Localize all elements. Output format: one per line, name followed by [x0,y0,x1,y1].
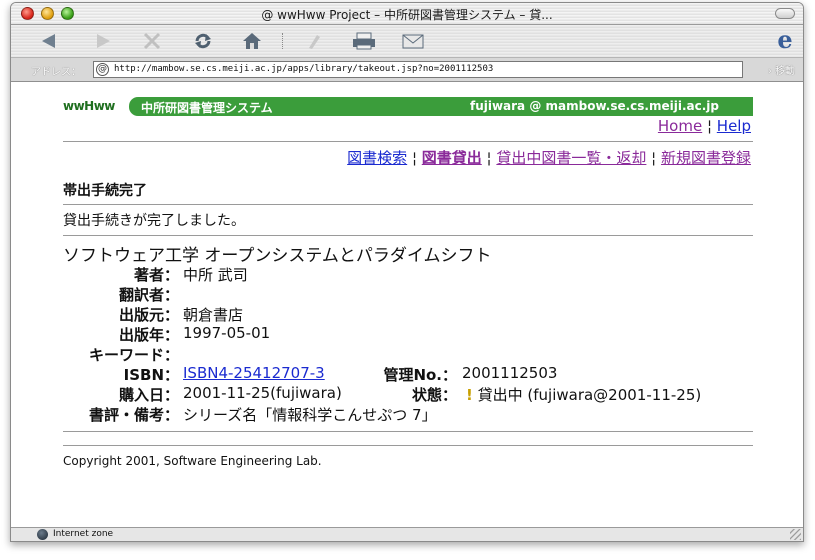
review-label: 書評・備考： [88,406,179,424]
divider [63,204,753,205]
author-label: 著者： [133,266,179,284]
year-value: 1997-05-01 [183,324,271,342]
translator-label: 翻訳者： [118,286,179,304]
keyword-label: キーワード： [88,346,179,364]
autofill-button[interactable] [299,29,329,53]
state-row: 状態： [11,384,457,404]
home-icon [243,33,261,49]
nav-separator: ¦ [407,149,422,167]
mgmt-no-label: 管理No.： [383,366,457,384]
address-bar: アドレス： @ http://mambow.se.cs.meiji.ac.jp/… [11,58,803,82]
window-title: @ wwHww Project – 中所研図書管理システム – 貸... [261,8,553,22]
mail-icon [402,34,424,49]
help-link[interactable]: Help [717,117,751,135]
divider [63,235,753,236]
mgmt-row: 管理No.： [11,364,457,384]
print-button[interactable] [349,29,379,53]
section-title: 帯出手続完了 [63,183,147,199]
internet-zone-icon [37,529,48,540]
forward-button[interactable] [87,29,117,53]
mail-button[interactable] [398,29,428,53]
author-row: 著者： [11,264,179,284]
author-value: 中所 武司 [183,266,248,284]
nav-book-search[interactable]: 図書検索 [347,149,407,167]
system-name: 中所研図書管理システム [141,101,273,115]
address-label: アドレス： [31,67,81,78]
banner-bar: 中所研図書管理システム fujiwara @ mambow.se.cs.meij… [129,97,753,116]
publisher-value: 朝倉書店 [183,306,244,324]
resize-handle[interactable] [790,529,801,540]
print-icon [353,32,375,50]
state-label: 状態： [411,386,457,404]
status-zone: Internet zone [53,529,114,539]
nav-new-book-register[interactable]: 新規図書登録 [661,149,751,167]
address-url[interactable]: http://mambow.se.cs.meiji.ac.jp/apps/lib… [114,64,493,74]
address-input[interactable]: @ http://mambow.se.cs.meiji.ac.jp/apps/l… [93,61,743,78]
stop-icon [143,32,161,50]
nav-book-lend[interactable]: 図書貸出 [422,149,482,167]
keyword-row: キーワード： [11,344,179,364]
publisher-row: 出版元： [11,304,179,324]
stop-button[interactable] [137,29,167,53]
translator-row: 翻訳者： [11,284,179,304]
toolbar-toggle-button[interactable] [775,8,795,19]
review-value: シリーズ名「情報科学こんせぷつ 7」 [183,406,437,424]
site-banner: wwHww 中所研図書管理システム fujiwara @ mambow.se.c… [63,97,753,117]
copyright: Copyright 2001, Software Engineering Lab… [63,454,322,468]
year-label: 出版年： [118,326,179,344]
refresh-button[interactable] [188,29,218,53]
toolbar-separator [282,33,284,49]
nav-separator: ¦ [481,149,497,167]
autofill-icon [309,35,320,49]
divider [63,431,753,432]
status-bar: Internet zone [11,527,803,541]
main-nav: 図書検索 ¦ 図書貸出 ¦ 貸出中図書一覧・返却 ¦ 新規図書登録 [347,147,751,168]
review-row: 書評・備考： [11,404,179,424]
current-user: fujiwara @ mambow.se.cs.meiji.ac.jp [469,99,719,113]
mgmt-no-value: 2001112503 [462,364,558,382]
status-warning-icon: ! [466,386,473,404]
divider [63,445,753,446]
link-separator: ¦ [702,117,717,135]
completion-message: 貸出手続きが完了しました。 [63,213,245,229]
state-value: 貸出中 (fujiwara@2001-11-25) [477,386,702,404]
page-content: wwHww 中所研図書管理システム fujiwara @ mambow.se.c… [11,83,803,519]
go-button[interactable]: › 移動 [768,62,795,77]
state-value-wrap: ! 貸出中 (fujiwara@2001-11-25) [466,384,701,405]
year-row: 出版年： [11,324,179,344]
title-bar[interactable]: @ wwHww Project – 中所研図書管理システム – 貸... [11,3,803,25]
home-button[interactable] [237,29,267,53]
site-logo: wwHww [63,99,115,113]
browser-window: @ wwHww Project – 中所研図書管理システム – 貸... e ア… [10,2,804,542]
book-title: ソフトウェア工学 オープンシステムとパラダイムシフト [63,246,492,266]
home-link[interactable]: Home [658,117,702,135]
refresh-icon [195,33,211,49]
internet-explorer-logo-icon: e [777,25,793,54]
forward-icon [97,34,110,48]
divider [63,141,753,142]
nav-separator: ¦ [646,149,661,167]
nav-lending-list[interactable]: 貸出中図書一覧・返却 [496,149,646,167]
back-icon [42,34,55,48]
page-globe-icon: @ [96,63,109,76]
browser-toolbar: e [11,25,803,58]
publisher-label: 出版元： [118,306,179,324]
top-links: Home ¦ Help [658,117,751,135]
back-button[interactable] [35,29,65,53]
